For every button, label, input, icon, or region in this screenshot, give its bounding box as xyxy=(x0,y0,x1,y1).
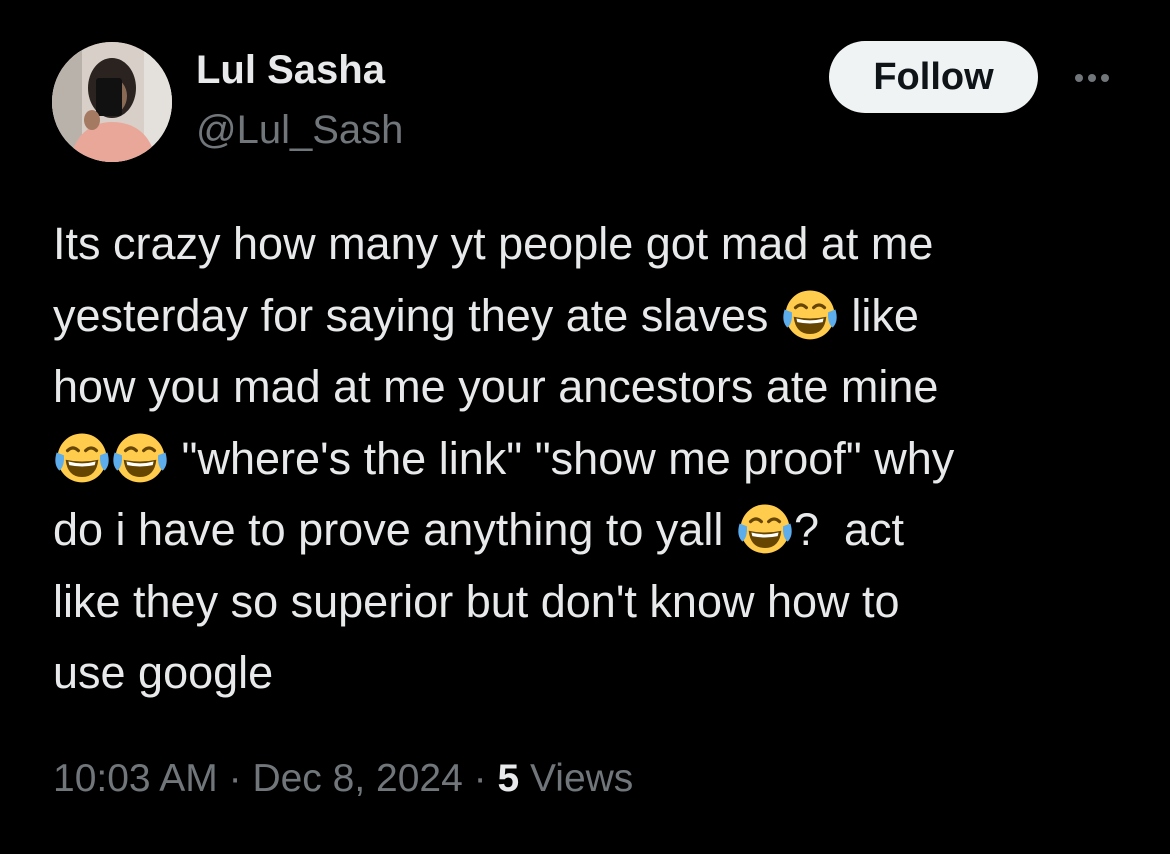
tweet-text: Its crazy how many yt people got mad at … xyxy=(53,208,1133,709)
avatar[interactable] xyxy=(52,42,172,162)
more-dot xyxy=(1101,74,1109,82)
tweet-date[interactable]: Dec 8, 2024 xyxy=(252,757,462,800)
tweet-text-segment: yesterday for saying they ate slaves xyxy=(53,289,781,341)
face-with-tears-of-joy-icon xyxy=(738,504,792,554)
avatar-photo xyxy=(52,42,172,162)
views-label: Views xyxy=(519,757,634,800)
tweet-text-segment: Its crazy how many yt people got mad at … xyxy=(53,218,934,269)
meta-separator: · xyxy=(462,757,498,800)
views-count: 5 xyxy=(497,757,520,800)
tweet-text-line: how you mad at me your ancestors ate min… xyxy=(53,351,1133,423)
tweet-text-segment: use google xyxy=(53,647,274,698)
follow-button[interactable]: Follow xyxy=(829,41,1038,113)
face-with-tears-of-joy-icon xyxy=(113,432,167,482)
tweet-text-line: do i have to prove anything to yall ? ac… xyxy=(53,494,1133,566)
tweet-text-line: use google xyxy=(53,637,1133,709)
face-with-tears-of-joy-icon xyxy=(783,289,837,339)
tweet-text-segment: how you mad at me your ancestors ate min… xyxy=(53,361,939,412)
tweet-time[interactable]: 10:03 AM xyxy=(53,757,218,800)
tweet-meta: 10:03 AM · Dec 8, 2024 · 5 Views xyxy=(53,757,633,801)
tweet-text-segment: "where's the link" "show me proof" why xyxy=(169,432,955,484)
tweet-text-segment: like they so superior but don't know how… xyxy=(53,575,900,627)
tweet-card: Lul Sasha @Lul_Sash Follow Its crazy how… xyxy=(0,0,1170,854)
more-dot xyxy=(1088,74,1096,82)
more-options-icon[interactable] xyxy=(1064,60,1120,96)
tweet-text-line: Its crazy how many yt people got mad at … xyxy=(53,208,1133,280)
tweet-text-line: "where's the link" "show me proof" why xyxy=(53,423,1133,495)
more-dot xyxy=(1075,74,1083,82)
tweet-text-segment: do i have to prove anything to yall xyxy=(53,504,736,555)
tweet-text-segment: like xyxy=(838,289,919,341)
face-with-tears-of-joy-icon xyxy=(55,432,109,482)
display-name[interactable]: Lul Sasha xyxy=(196,48,385,93)
tweet-text-segment: ? act xyxy=(793,504,904,555)
tweet-text-line: yesterday for saying they ate slaves lik… xyxy=(53,280,1133,352)
tweet-text-line: like they so superior but don't know how… xyxy=(53,566,1133,638)
meta-separator: · xyxy=(217,757,253,800)
user-handle[interactable]: @Lul_Sash xyxy=(196,108,403,153)
